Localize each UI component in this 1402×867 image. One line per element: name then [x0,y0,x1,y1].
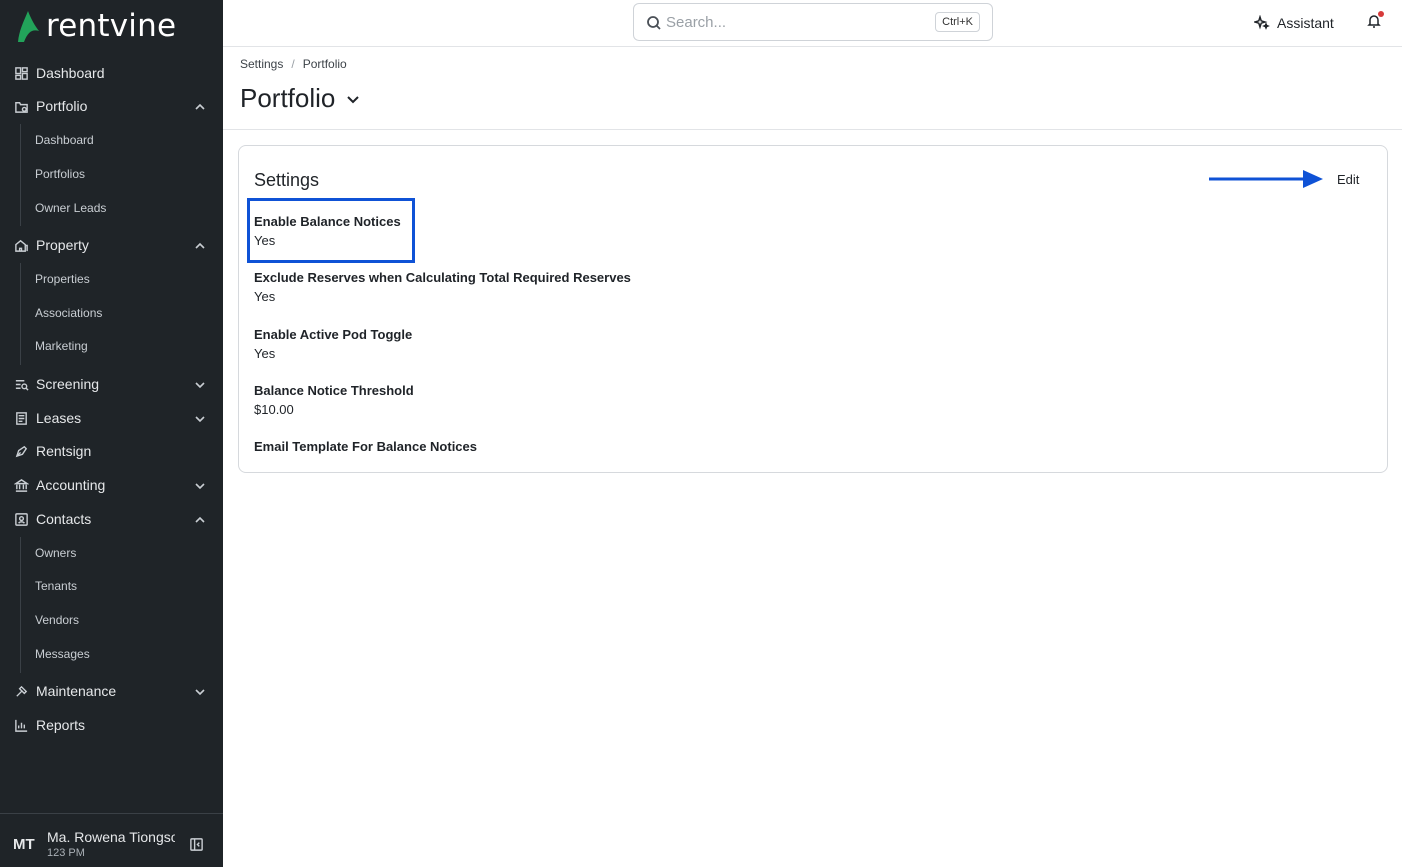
breadcrumb-separator: / [291,57,295,71]
bank-icon [13,477,29,493]
submenu-line [20,263,21,365]
dashboard-icon [13,65,29,81]
search-input[interactable] [666,10,916,34]
page-title: Portfolio [240,83,336,113]
sidebar-item-label: Leases [36,410,82,426]
chevron-up-icon [194,239,206,251]
sidebar-subitem-portfolio-dashboard[interactable]: Dashboard [35,129,94,151]
assistant-button[interactable]: Assistant [1254,12,1334,34]
sidebar-item-label: Screening [36,376,100,392]
notification-dot [1378,11,1384,17]
setting-email-template: Email Template For Balance Notices [254,439,477,477]
sidebar-item-property[interactable]: Property [0,229,223,261]
submenu-line [20,537,21,673]
rentvine-logo[interactable]: rentvine [16,8,176,44]
setting-balance-notice-threshold: Balance Notice Threshold $10.00 [254,383,414,421]
sidebar-item-label: Maintenance [36,683,117,699]
sidebar-item-label: Property [36,237,89,253]
screening-icon [13,376,29,392]
sidebar-item-label: Portfolio [36,98,88,114]
leaf-logo-icon [18,11,39,42]
setting-label: Email Template For Balance Notices [254,439,477,454]
portfolio-icon [13,98,29,114]
setting-exclude-reserves: Exclude Reserves when Calculating Total … [254,270,631,308]
sidebar: rentvine Dashboard Portfolio Dashboard P… [0,0,223,867]
sidebar-item-screening[interactable]: Screening [0,368,223,400]
setting-label: Enable Balance Notices [254,214,401,229]
chevron-down-icon [194,479,206,491]
card-title: Settings [254,170,320,190]
sidebar-item-label: Accounting [36,477,106,493]
edit-button[interactable]: Edit [1337,172,1359,187]
sidebar-subitem-messages[interactable]: Messages [35,643,90,665]
sidebar-item-label: Rentsign [36,443,92,459]
sidebar-item-label: Reports [36,717,86,733]
setting-label: Exclude Reserves when Calculating Total … [254,270,631,285]
chevron-down-icon [347,95,360,103]
notifications-button[interactable] [1366,11,1384,31]
avatar: MT [13,836,35,853]
sidebar-item-label: Contacts [36,511,92,527]
breadcrumb-portfolio[interactable]: Portfolio [303,57,347,71]
setting-value: Yes [254,346,276,361]
setting-label: Enable Active Pod Toggle [254,327,413,342]
chevron-up-icon [194,100,206,112]
setting-label: Balance Notice Threshold [254,383,414,398]
setting-value: Yes [254,233,276,248]
chevron-up-icon [194,513,206,525]
sidebar-item-maintenance[interactable]: Maintenance [0,675,223,707]
setting-value [254,458,477,477]
sidebar-subitem-vendors[interactable]: Vendors [35,609,79,631]
top-bar: Ctrl+K Assistant [223,0,1402,47]
building-icon [13,237,29,253]
setting-value: Yes [254,289,276,304]
chevron-down-icon [194,378,206,390]
settings-card: Settings Edit Enable Balance Notices Yes… [238,145,1388,473]
user-subtitle: 123 PM [47,847,85,859]
logo-text: rentvine [46,8,177,44]
submenu-line [20,124,21,226]
sidebar-subitem-associations[interactable]: Associations [35,302,102,324]
sidebar-subitem-owner-leads[interactable]: Owner Leads [35,197,106,219]
sidebar-subitem-properties[interactable]: Properties [35,268,90,290]
sidebar-subitem-portfolios[interactable]: Portfolios [35,163,85,185]
setting-enable-balance-notices: Enable Balance Notices Yes [254,214,401,252]
leases-icon [13,410,29,426]
bar-chart-icon [13,717,29,733]
sidebar-subitem-marketing[interactable]: Marketing [35,335,88,357]
setting-enable-active-pod-toggle: Enable Active Pod Toggle Yes [254,327,412,365]
sidebar-item-portfolio[interactable]: Portfolio [0,90,223,122]
breadcrumb: Settings / Portfolio [240,57,347,71]
sidebar-item-label: Dashboard [36,65,105,81]
sidebar-item-reports[interactable]: Reports [0,709,223,741]
search-box[interactable]: Ctrl+K [633,3,993,41]
page-header: Settings / Portfolio Portfolio [223,47,1402,130]
search-icon [646,15,662,31]
user-profile[interactable]: MT Ma. Rowena Tiongson 123 PM [0,813,223,867]
collapse-sidebar-icon[interactable] [189,837,204,852]
pen-icon [13,443,29,459]
annotation-arrow-icon [1209,170,1323,188]
breadcrumb-settings[interactable]: Settings [240,57,283,71]
sparkle-icon [1254,15,1270,30]
chevron-down-icon [194,685,206,697]
sidebar-item-rentsign[interactable]: Rentsign [0,435,223,467]
sidebar-subitem-tenants[interactable]: Tenants [35,575,77,597]
keyboard-shortcut-badge: Ctrl+K [935,12,980,32]
page-title-dropdown[interactable]: Portfolio [240,83,361,114]
chevron-down-icon [194,412,206,424]
user-name: Ma. Rowena Tiongson [47,829,175,845]
hammer-icon [13,683,29,699]
assistant-label: Assistant [1277,15,1334,31]
sidebar-item-contacts[interactable]: Contacts [0,503,223,535]
sidebar-item-leases[interactable]: Leases [0,402,223,434]
sidebar-subitem-owners[interactable]: Owners [35,542,76,564]
setting-value: $10.00 [254,402,294,417]
sidebar-item-dashboard[interactable]: Dashboard [0,57,223,89]
sidebar-item-accounting[interactable]: Accounting [0,469,223,501]
contacts-icon [13,511,29,527]
